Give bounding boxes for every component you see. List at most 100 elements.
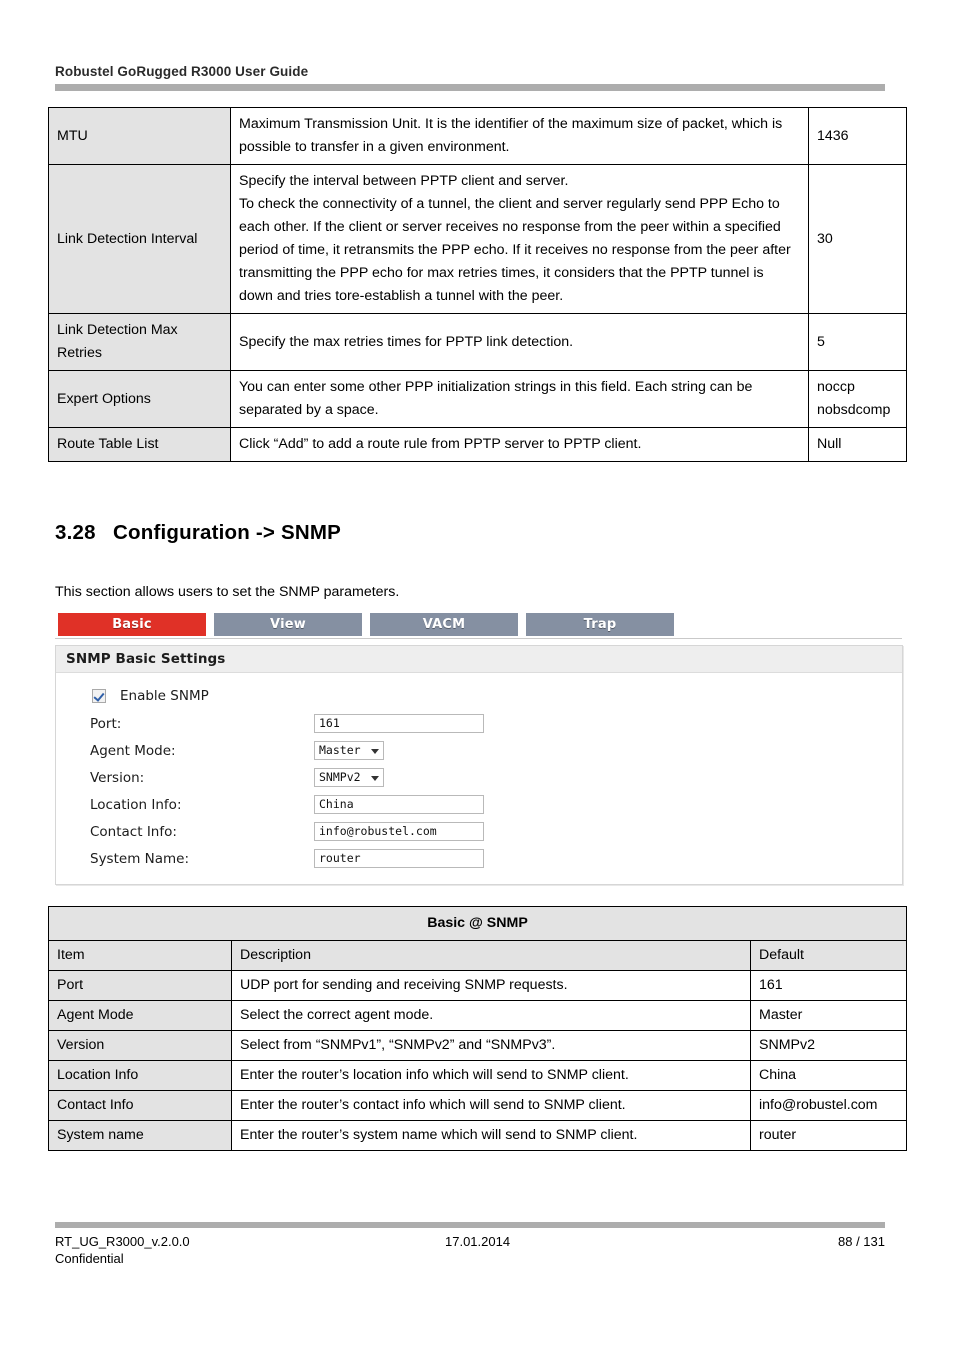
tab-trap[interactable]: Trap (526, 613, 674, 636)
footer-line: RT_UG_R3000_v.2.0.0 17.01.2014 88 / 131 (55, 1234, 885, 1249)
document-title: Robustel GoRugged R3000 User Guide (55, 64, 309, 79)
table-row: Port UDP port for sending and receiving … (48, 970, 908, 1001)
cell-description: Maximum Transmission Unit. It is the ide… (230, 107, 809, 165)
cell-description: Enter the router’s location info which w… (231, 1060, 751, 1091)
tab-vacm[interactable]: VACM (370, 613, 518, 636)
cell-default: 5 (808, 313, 907, 371)
header-rule (55, 84, 885, 91)
cell-description: Enter the router’s contact info which wi… (231, 1090, 751, 1121)
cell-item: Location Info (48, 1060, 232, 1091)
table-row: Location Info Enter the router’s locatio… (48, 1060, 908, 1091)
snmp-router-ui-screenshot: Basic View VACM Trap SNMP Basic Settings… (55, 613, 905, 885)
version-value: SNMPv2 (319, 770, 361, 784)
field-row-agent-mode: Agent Mode: Master (56, 737, 902, 764)
footer-page-number: 88 / 131 (838, 1234, 885, 1249)
cell-item: Route Table List (48, 427, 231, 462)
agent-mode-label: Agent Mode: (90, 742, 176, 759)
cell-item: Link Detection Interval (48, 164, 231, 314)
panel-body: Enable SNMP Port: 161 Agent Mode: Master… (56, 673, 902, 884)
cell-default: SNMPv2 (749, 1030, 908, 1061)
table-row: Expert Options You can enter some other … (48, 370, 907, 428)
table-row: System name Enter the router’s system na… (48, 1120, 908, 1151)
table-row: Agent Mode Select the correct agent mode… (48, 1000, 908, 1031)
column-header-default: Default (749, 940, 908, 971)
port-input[interactable]: 161 (314, 714, 484, 733)
cell-description: UDP port for sending and receiving SNMP … (231, 970, 751, 1001)
contact-info-label: Contact Info: (90, 823, 177, 840)
cell-description: Enter the router’s system name which wil… (231, 1120, 751, 1151)
footer-doc-id: RT_UG_R3000_v.2.0.0 (55, 1234, 190, 1249)
field-row-system-name: System Name: router (56, 845, 902, 872)
cell-item: Contact Info (48, 1090, 232, 1121)
enable-snmp-checkbox[interactable] (92, 689, 106, 703)
table-row: Link Detection Max Retries Specify the m… (48, 313, 907, 371)
cell-default: Master (749, 1000, 908, 1031)
cell-item: MTU (48, 107, 231, 165)
tab-view[interactable]: View (214, 613, 362, 636)
page-header: Robustel GoRugged R3000 User Guide (55, 64, 885, 91)
agent-mode-value: Master (319, 743, 361, 757)
field-row-contact-info: Contact Info: info@robustel.com (56, 818, 902, 845)
cell-default: 30 (808, 164, 907, 314)
field-row-location-info: Location Info: China (56, 791, 902, 818)
cell-default: China (749, 1060, 908, 1091)
section-intro-text: This section allows users to set the SNM… (55, 584, 400, 600)
table-title-row: Basic @ SNMP (47, 906, 908, 941)
page-footer: RT_UG_R3000_v.2.0.0 17.01.2014 88 / 131 … (55, 1222, 885, 1266)
cell-description: Select from “SNMPv1”, “SNMPv2” and “SNMP… (231, 1030, 751, 1061)
snmp-basic-settings-panel: SNMP Basic Settings Enable SNMP Port: 16… (55, 645, 903, 885)
enable-snmp-row: Enable SNMP (56, 682, 902, 710)
pptp-parameters-table: MTU Maximum Transmission Unit. It is the… (48, 107, 907, 462)
chevron-down-icon (370, 748, 379, 754)
location-info-label: Location Info: (90, 796, 182, 813)
location-info-input[interactable]: China (314, 795, 484, 814)
cell-default: Null (808, 427, 907, 462)
cell-default: 161 (749, 970, 908, 1001)
cell-description: Specify the interval between PPTP client… (230, 164, 809, 314)
table-row: Link Detection Interval Specify the inte… (48, 164, 907, 314)
system-name-label: System Name: (90, 850, 190, 867)
enable-snmp-label: Enable SNMP (120, 688, 209, 704)
table-row: Contact Info Enter the router’s contact … (48, 1090, 908, 1121)
system-name-input[interactable]: router (314, 849, 484, 868)
cell-default: info@robustel.com (749, 1090, 908, 1121)
cell-item: Version (48, 1030, 232, 1061)
panel-title: SNMP Basic Settings (56, 646, 902, 673)
table-row: MTU Maximum Transmission Unit. It is the… (48, 107, 907, 165)
field-row-port: Port: 161 (56, 710, 902, 737)
basic-snmp-table: Basic @ SNMP Item Description Default Po… (47, 906, 908, 1151)
table-title: Basic @ SNMP (47, 906, 908, 941)
cell-description: You can enter some other PPP initializat… (230, 370, 809, 428)
section-number: 3.28 (55, 521, 96, 544)
port-label: Port: (90, 715, 122, 732)
cell-description: Select the correct agent mode. (231, 1000, 751, 1031)
snmp-tab-bar: Basic View VACM Trap (55, 613, 905, 636)
cell-item: Agent Mode (48, 1000, 232, 1031)
column-header-description: Description (231, 940, 751, 971)
table-row: Route Table List Click “Add” to add a ro… (48, 427, 907, 462)
version-select[interactable]: SNMPv2 (314, 768, 384, 787)
tab-bar-divider (55, 638, 902, 639)
cell-description: Specify the max retries times for PPTP l… (230, 313, 809, 371)
table-row: Version Select from “SNMPv1”, “SNMPv2” a… (48, 1030, 908, 1061)
field-row-version: Version: SNMPv2 (56, 764, 902, 791)
cell-item: Link Detection Max Retries (48, 313, 231, 371)
cell-item: Port (48, 970, 232, 1001)
cell-item: Expert Options (48, 370, 231, 428)
section-heading: 3.28 Configuration -> SNMP (55, 521, 341, 545)
section-title: Configuration -> SNMP (113, 521, 341, 544)
contact-info-input[interactable]: info@robustel.com (314, 822, 484, 841)
chevron-down-icon (370, 775, 379, 781)
tab-basic[interactable]: Basic (58, 613, 206, 636)
cell-default: 1436 (808, 107, 907, 165)
cell-description: Click “Add” to add a route rule from PPT… (230, 427, 809, 462)
cell-default: router (749, 1120, 908, 1151)
footer-date: 17.01.2014 (445, 1234, 511, 1249)
version-label: Version: (90, 769, 145, 786)
cell-item: System name (48, 1120, 232, 1151)
table-header-row: Item Description Default (48, 940, 908, 971)
column-header-item: Item (48, 940, 232, 971)
footer-confidential: Confidential (55, 1251, 124, 1266)
cell-default: noccp nobsdcomp (808, 370, 907, 428)
agent-mode-select[interactable]: Master (314, 741, 384, 760)
